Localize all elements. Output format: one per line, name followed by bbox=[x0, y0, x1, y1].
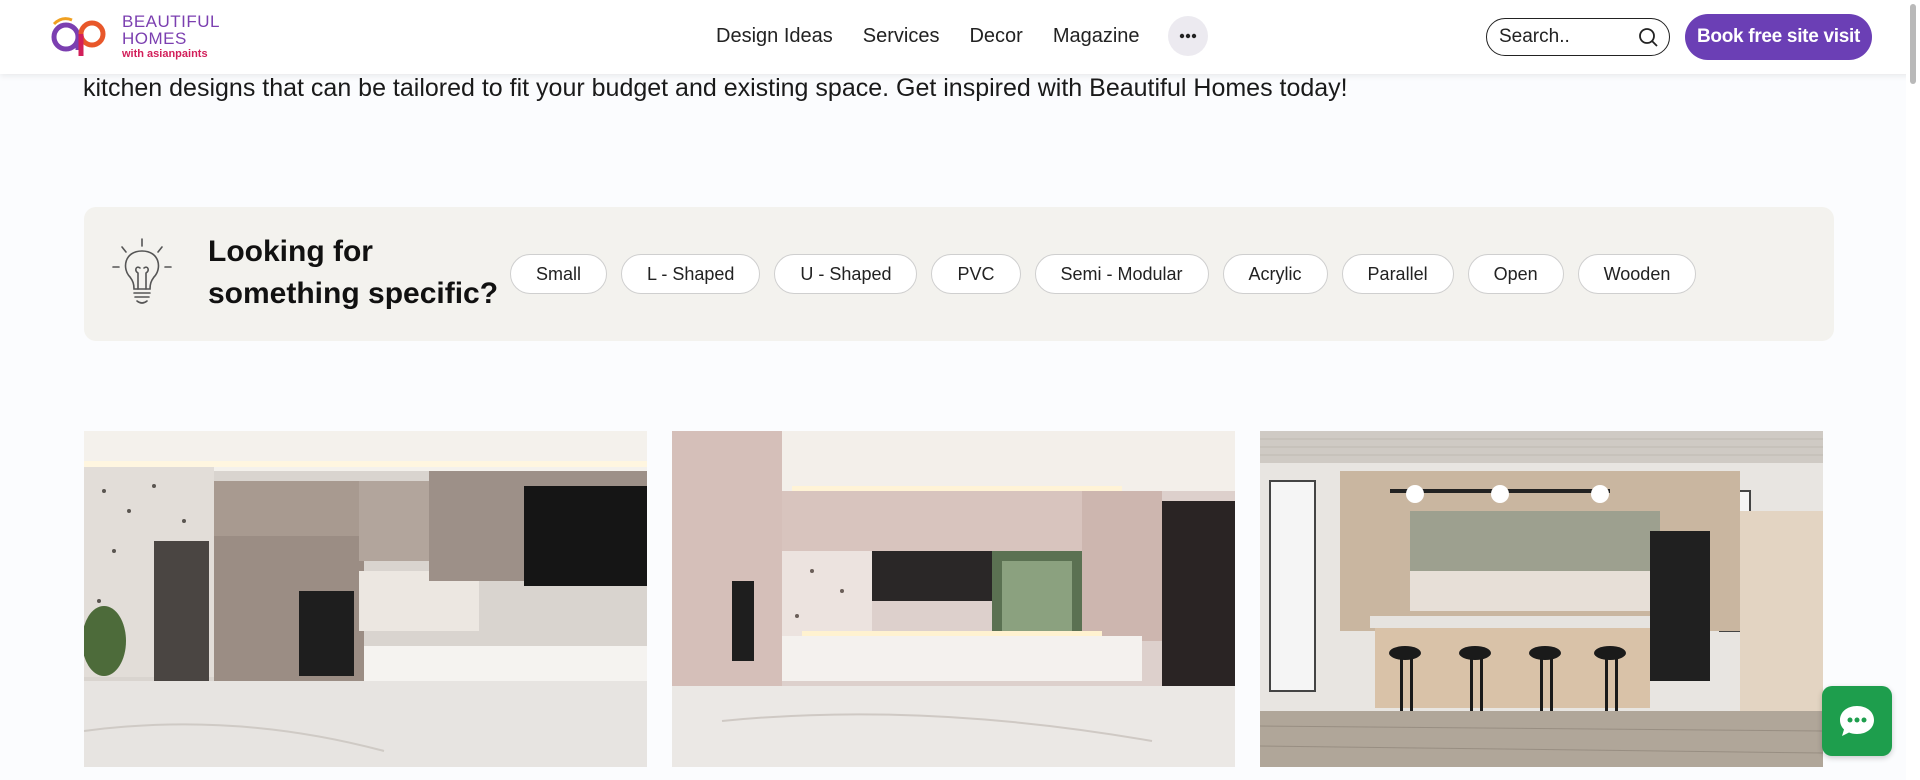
kitchen-card[interactable] bbox=[672, 431, 1235, 767]
filter-heading: Looking for something specific? bbox=[208, 231, 508, 315]
chip-l-shaped[interactable]: L - Shaped bbox=[621, 254, 761, 294]
kitchen-image bbox=[1260, 431, 1823, 767]
logo-text-line3: with asianpaints bbox=[122, 47, 208, 60]
search-box bbox=[1486, 18, 1670, 56]
filter-panel: Looking for something specific? Small L … bbox=[84, 207, 1834, 341]
logo-text-line1: BEAUTIFUL bbox=[122, 11, 221, 31]
intro-text: kitchen designs that can be tailored to … bbox=[83, 74, 1348, 102]
site-header: BEAUTIFUL HOMES with asianpaints Design … bbox=[0, 0, 1920, 74]
scrollbar-thumb[interactable] bbox=[1910, 4, 1916, 84]
kitchen-image bbox=[672, 431, 1235, 767]
search-icon[interactable] bbox=[1637, 26, 1659, 48]
kitchen-card[interactable] bbox=[1260, 431, 1823, 767]
chip-open[interactable]: Open bbox=[1467, 254, 1564, 294]
more-menu-button[interactable] bbox=[1167, 16, 1208, 56]
logo-text-line2: HOMES bbox=[122, 28, 187, 48]
filter-heading-line2: something specific? bbox=[208, 277, 499, 310]
filter-heading-line1: Looking for bbox=[208, 235, 373, 268]
chip-small[interactable]: Small bbox=[510, 254, 608, 294]
kitchen-card[interactable] bbox=[84, 431, 647, 767]
search-input[interactable] bbox=[1499, 26, 1629, 48]
brand-logo[interactable]: BEAUTIFUL HOMES with asianpaints bbox=[48, 10, 220, 62]
kitchen-image bbox=[84, 431, 647, 767]
chip-acrylic[interactable]: Acrylic bbox=[1222, 254, 1328, 294]
filter-chips: Small L - Shaped U - Shaped PVC Semi - M… bbox=[510, 254, 1697, 294]
chip-u-shaped[interactable]: U - Shaped bbox=[774, 254, 918, 294]
chat-button[interactable] bbox=[1822, 686, 1892, 756]
lightbulb-icon bbox=[112, 238, 172, 304]
nav-decor[interactable]: Decor bbox=[969, 25, 1022, 48]
chip-wooden[interactable]: Wooden bbox=[1577, 254, 1697, 294]
chip-parallel[interactable]: Parallel bbox=[1341, 254, 1454, 294]
logo-icon bbox=[48, 10, 116, 62]
chip-semi-modular[interactable]: Semi - Modular bbox=[1034, 254, 1209, 294]
nav-design-ideas[interactable]: Design Ideas bbox=[716, 25, 833, 48]
book-site-visit-button[interactable]: Book free site visit bbox=[1685, 14, 1872, 60]
ellipsis-icon bbox=[1179, 33, 1196, 39]
main-nav: Design Ideas Services Decor Magazine bbox=[716, 0, 1208, 72]
chat-icon bbox=[1840, 706, 1874, 736]
nav-services[interactable]: Services bbox=[863, 25, 940, 48]
chip-pvc[interactable]: PVC bbox=[931, 254, 1021, 294]
kitchen-gallery bbox=[84, 431, 1823, 767]
nav-magazine[interactable]: Magazine bbox=[1053, 25, 1140, 48]
page-scrollbar[interactable] bbox=[1906, 0, 1920, 780]
